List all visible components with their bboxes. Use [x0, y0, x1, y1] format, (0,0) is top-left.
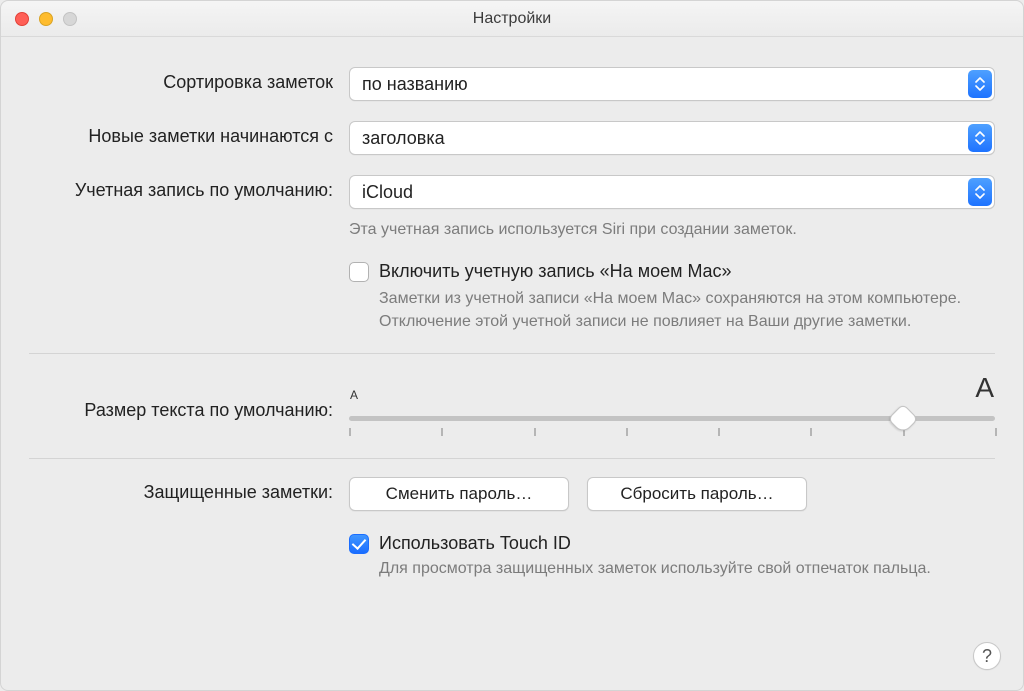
- touchid-label: Использовать Touch ID: [379, 533, 995, 554]
- slider-tick: [810, 428, 812, 436]
- slider-tick: [626, 428, 628, 436]
- close-button[interactable]: [15, 12, 29, 26]
- locked-notes-label: Защищенные заметки:: [29, 477, 349, 503]
- sort-select[interactable]: по названию: [349, 67, 995, 101]
- traffic-lights: [15, 12, 77, 26]
- sort-label: Сортировка заметок: [29, 67, 349, 93]
- enable-local-hint: Заметки из учетной записи «На моем Мас» …: [379, 288, 995, 333]
- zoom-button: [63, 12, 77, 26]
- new-notes-label: Новые заметки начинаются с: [29, 121, 349, 147]
- updown-icon: [968, 124, 992, 152]
- slider-tick: [534, 428, 536, 436]
- new-notes-select[interactable]: заголовка: [349, 121, 995, 155]
- row-default-account: Учетная запись по умолчанию: iCloud Эта …: [29, 175, 995, 333]
- touchid-row[interactable]: Использовать Touch ID Для просмотра защи…: [349, 533, 995, 580]
- row-sort: Сортировка заметок по названию: [29, 67, 995, 101]
- text-size-slider[interactable]: A A: [349, 372, 995, 430]
- sort-value: по названию: [362, 74, 468, 95]
- row-text-size: Размер текста по умолчанию: A A: [29, 372, 995, 430]
- preferences-window: Настройки Сортировка заметок по названию…: [0, 0, 1024, 691]
- change-password-button[interactable]: Сменить пароль…: [349, 477, 569, 511]
- locked-notes-buttons: Сменить пароль… Сбросить пароль…: [349, 477, 995, 511]
- enable-local-label: Включить учетную запись «На моем Mac»: [379, 261, 995, 282]
- slider-tick: [441, 428, 443, 436]
- window-title: Настройки: [1, 10, 1023, 28]
- divider: [29, 353, 995, 354]
- default-account-label: Учетная запись по умолчанию:: [29, 175, 349, 201]
- touchid-checkbox[interactable]: [349, 534, 369, 554]
- default-account-hint: Эта учетная запись используется Siri при…: [349, 219, 995, 241]
- slider-thumb[interactable]: [887, 404, 918, 435]
- default-account-value: iCloud: [362, 182, 413, 203]
- minimize-button[interactable]: [39, 12, 53, 26]
- reset-password-button[interactable]: Сбросить пароль…: [587, 477, 807, 511]
- new-notes-value: заголовка: [362, 128, 445, 149]
- default-account-select[interactable]: iCloud: [349, 175, 995, 209]
- help-button[interactable]: ?: [973, 642, 1001, 670]
- enable-local-row[interactable]: Включить учетную запись «На моем Mac» За…: [349, 261, 995, 333]
- slider-min-glyph: A: [350, 388, 358, 402]
- slider-tick: [995, 428, 997, 436]
- touchid-hint: Для просмотра защищенных заметок использ…: [379, 558, 995, 580]
- slider-track[interactable]: [349, 406, 995, 430]
- content: Сортировка заметок по названию Новые зам…: [1, 37, 1023, 621]
- divider: [29, 458, 995, 459]
- slider-scale: A A: [349, 374, 995, 402]
- text-size-label: Размер текста по умолчанию:: [29, 382, 349, 421]
- row-locked-notes: Защищенные заметки: Сменить пароль… Сбро…: [29, 477, 995, 580]
- enable-local-checkbox[interactable]: [349, 262, 369, 282]
- slider-tick: [718, 428, 720, 436]
- updown-icon: [968, 70, 992, 98]
- row-new-notes: Новые заметки начинаются с заголовка: [29, 121, 995, 155]
- slider-max-glyph: A: [975, 374, 994, 402]
- titlebar: Настройки: [1, 1, 1023, 37]
- updown-icon: [968, 178, 992, 206]
- slider-tick: [349, 428, 351, 436]
